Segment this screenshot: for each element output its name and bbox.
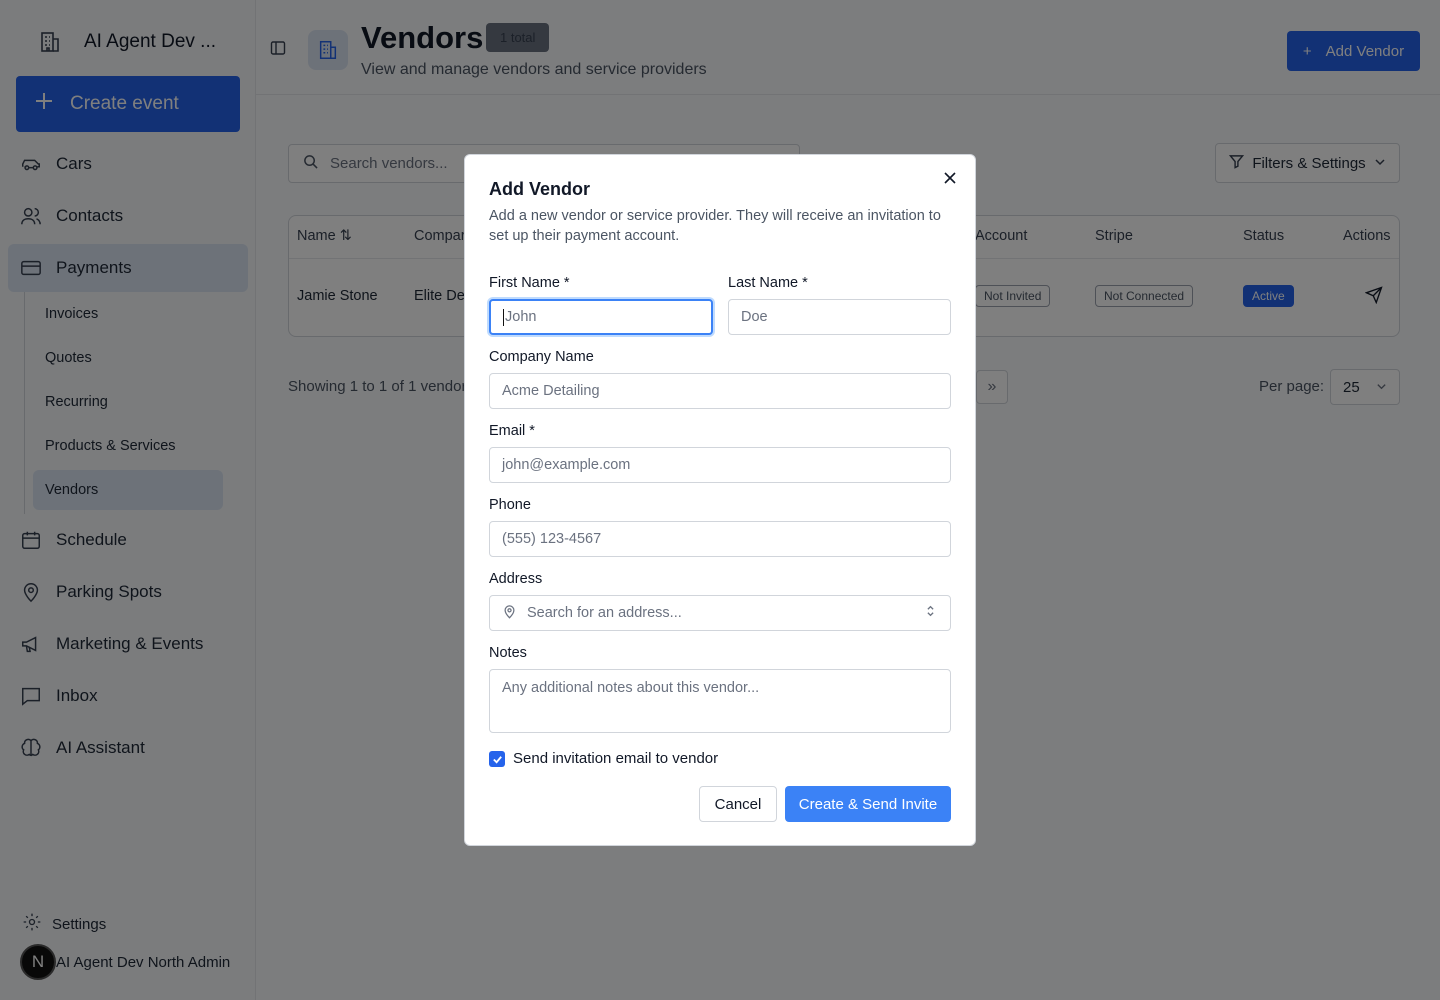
email-field[interactable]: john@example.com bbox=[489, 447, 951, 483]
last-name-label: Last Name * bbox=[728, 275, 808, 291]
check-icon bbox=[492, 755, 502, 764]
email-placeholder: john@example.com bbox=[502, 457, 631, 473]
notes-label: Notes bbox=[489, 645, 527, 661]
dialog-description: Add a new vendor or service provider. Th… bbox=[489, 208, 941, 244]
phone-label: Phone bbox=[489, 497, 531, 513]
close-icon[interactable] bbox=[943, 171, 959, 187]
company-label: Company Name bbox=[489, 349, 594, 365]
first-name-label: First Name * bbox=[489, 275, 570, 291]
phone-field[interactable]: (555) 123-4567 bbox=[489, 521, 951, 557]
company-field[interactable]: Acme Detailing bbox=[489, 373, 951, 409]
create-send-invite-button[interactable]: Create & Send Invite bbox=[785, 786, 951, 822]
address-placeholder: Search for an address... bbox=[527, 605, 682, 621]
text-caret bbox=[503, 308, 504, 326]
company-placeholder: Acme Detailing bbox=[502, 383, 600, 399]
send-invite-label[interactable]: Send invitation email to vendor bbox=[513, 750, 718, 767]
dialog-title: Add Vendor bbox=[489, 179, 591, 199]
first-name-field[interactable]: John bbox=[489, 299, 713, 335]
phone-placeholder: (555) 123-4567 bbox=[502, 531, 602, 547]
address-label: Address bbox=[489, 571, 543, 587]
map-pin-icon bbox=[502, 604, 517, 623]
email-label: Email * bbox=[489, 423, 535, 439]
address-combobox[interactable]: Search for an address... bbox=[489, 595, 951, 631]
last-name-placeholder: Doe bbox=[741, 309, 768, 325]
notes-textarea[interactable]: Any additional notes about this vendor..… bbox=[489, 669, 951, 733]
first-name-placeholder: John bbox=[505, 309, 537, 325]
add-vendor-dialog: Add Vendor Add a new vendor or service p… bbox=[464, 154, 976, 846]
notes-placeholder: Any additional notes about this vendor..… bbox=[502, 680, 760, 696]
last-name-field[interactable]: Doe bbox=[728, 299, 951, 335]
send-invite-checkbox[interactable] bbox=[489, 751, 505, 767]
chevron-up-down-icon bbox=[925, 604, 936, 622]
cancel-button[interactable]: Cancel bbox=[699, 786, 777, 822]
